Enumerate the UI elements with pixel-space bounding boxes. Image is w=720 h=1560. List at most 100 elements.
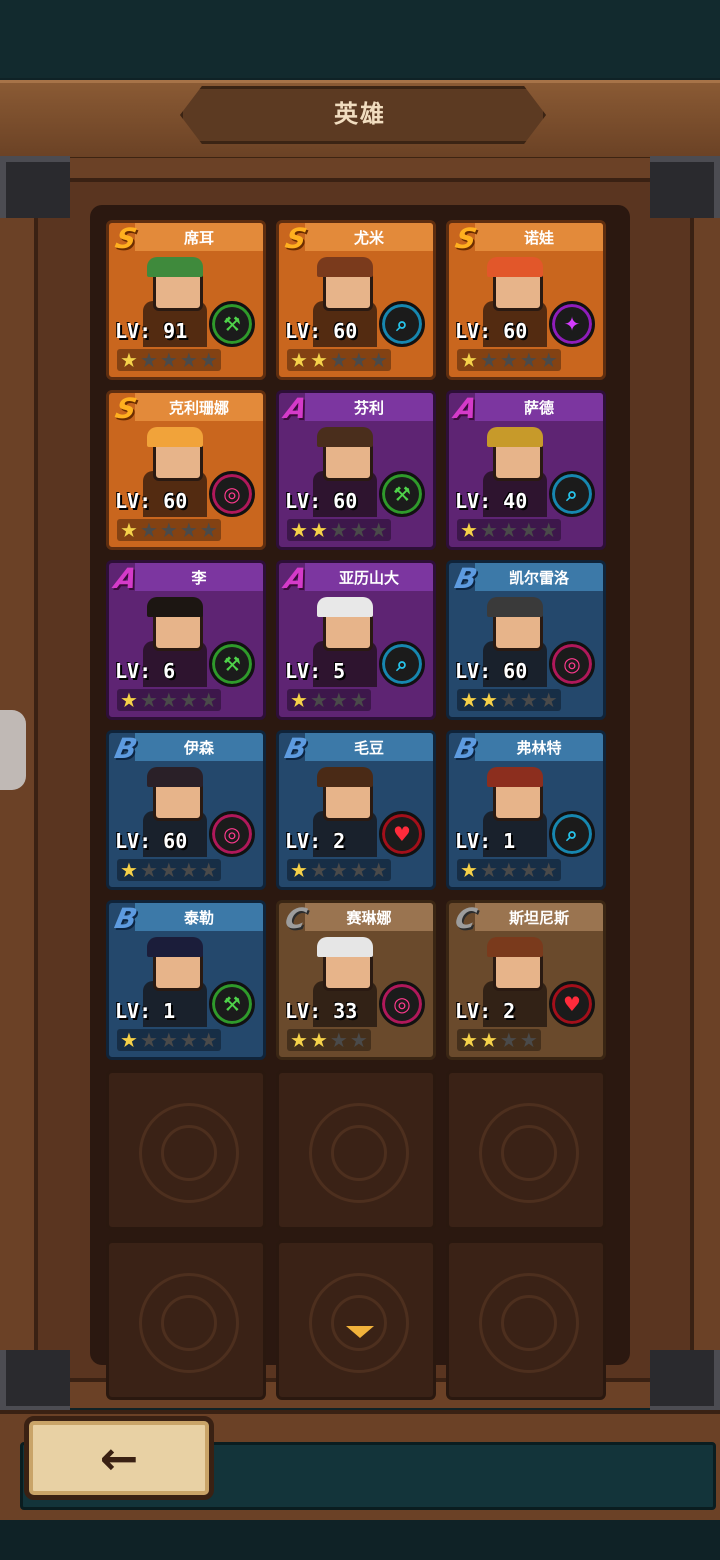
star-icon: ★ (139, 518, 158, 542)
hero-card[interactable]: 席耳 S LV: 91 ⚒ ★ ★ ★ ★ ★ (106, 220, 266, 380)
star-icon: ★ (539, 348, 558, 372)
hero-name: 泰勒 (135, 903, 263, 931)
hero-card[interactable]: 赛琳娜 C LV: 33 ◎ ★ ★ ★ ★ (276, 900, 436, 1060)
star-icon: ★ (539, 688, 558, 712)
magnifier-icon: ⌕ (379, 641, 425, 687)
star-icon: ★ (159, 518, 178, 542)
hero-name: 尤米 (305, 223, 433, 251)
star-rating: ★ ★ ★ ★ ★ (457, 349, 561, 371)
slot-ornament-inner (501, 1125, 557, 1181)
hero-level: LV: 60 (285, 489, 358, 513)
star-icon: ★ (460, 858, 478, 882)
star-icon: ★ (479, 348, 498, 372)
star-rating: ★ ★ ★ ★ ★ (117, 689, 221, 711)
hero-portrait-hair (147, 937, 203, 957)
hero-card[interactable]: 亚历山大 A LV: 5 ⌕ ★ ★ ★ ★ (276, 560, 436, 720)
star-icon: ★ (460, 348, 478, 372)
hero-level: LV: 33 (285, 999, 358, 1023)
star-icon: ★ (519, 688, 538, 712)
star-icon: ★ (329, 858, 348, 882)
hero-level: LV: 91 (115, 319, 188, 343)
hero-card[interactable]: 克利珊娜 S LV: 60 ◎ ★ ★ ★ ★ ★ (106, 390, 266, 550)
star-icon: ★ (179, 348, 198, 372)
hero-card[interactable]: 芬利 A LV: 60 ⚒ ★ ★ ★ ★ ★ (276, 390, 436, 550)
star-rating: ★ ★ ★ ★ ★ (287, 859, 391, 881)
empty-hero-slot (446, 1240, 606, 1400)
hero-level: LV: 60 (115, 489, 188, 513)
star-icon: ★ (479, 688, 498, 712)
hero-card[interactable]: 李 A LV: 6 ⚒ ★ ★ ★ ★ ★ (106, 560, 266, 720)
star-rating: ★ ★ ★ ★ ★ (287, 519, 391, 541)
star-icon: ★ (139, 348, 158, 372)
star-icon: ★ (349, 518, 368, 542)
heart-arrow-icon: ♥ (549, 981, 595, 1027)
star-rating: ★ ★ ★ ★ ★ (117, 519, 221, 541)
magnifier-icon: ⌕ (549, 811, 595, 857)
star-icon: ★ (499, 688, 518, 712)
frame-corner-bottom-right (650, 1350, 720, 1412)
star-icon: ★ (309, 348, 328, 372)
star-icon: ★ (290, 518, 308, 542)
star-rating: ★ ★ ★ ★ ★ (457, 689, 561, 711)
star-icon: ★ (199, 858, 218, 882)
hero-card[interactable]: 凯尔雷洛 B LV: 60 ◎ ★ ★ ★ ★ ★ (446, 560, 606, 720)
star-rating: ★ ★ ★ ★ (287, 689, 371, 711)
pickaxe-icon: ⚒ (379, 471, 425, 517)
magnifier-icon: ⌕ (379, 301, 425, 347)
frame-corner-top-right (650, 156, 720, 218)
hero-card[interactable]: 伊森 B LV: 60 ◎ ★ ★ ★ ★ ★ (106, 730, 266, 890)
star-icon: ★ (290, 1028, 308, 1052)
hero-card[interactable]: 弗林特 B LV: 1 ⌕ ★ ★ ★ ★ ★ (446, 730, 606, 890)
star-icon: ★ (199, 1028, 218, 1052)
star-icon: ★ (519, 348, 538, 372)
star-icon: ★ (199, 518, 218, 542)
star-rating: ★ ★ ★ ★ (457, 1029, 541, 1051)
slot-ornament-inner (501, 1295, 557, 1351)
hero-portrait-hair (147, 427, 203, 447)
hero-name: 伊森 (135, 733, 263, 761)
empty-hero-slot (106, 1240, 266, 1400)
star-icon: ★ (519, 1028, 538, 1052)
ring-icon: ◎ (209, 811, 255, 857)
star-icon: ★ (290, 348, 308, 372)
star-icon: ★ (369, 348, 388, 372)
chevron-down-icon[interactable] (346, 1326, 374, 1338)
hero-name: 毛豆 (305, 733, 433, 761)
pickaxe-icon: ⚒ (209, 981, 255, 1027)
star-icon: ★ (499, 858, 518, 882)
star-rating: ★ ★ ★ ★ ★ (287, 349, 391, 371)
hero-level: LV: 60 (285, 319, 358, 343)
slot-ornament-inner (161, 1295, 217, 1351)
star-icon: ★ (120, 688, 138, 712)
star-icon: ★ (479, 518, 498, 542)
empty-hero-slot (276, 1070, 436, 1230)
star-icon: ★ (460, 688, 478, 712)
star-icon: ★ (159, 1028, 178, 1052)
hero-card[interactable]: 斯坦尼斯 C LV: 2 ♥ ★ ★ ★ ★ (446, 900, 606, 1060)
hero-card[interactable]: 诺娃 S LV: 60 ✦ ★ ★ ★ ★ ★ (446, 220, 606, 380)
hero-card[interactable]: 泰勒 B LV: 1 ⚒ ★ ★ ★ ★ ★ (106, 900, 266, 1060)
slot-ornament-inner (331, 1125, 387, 1181)
hero-level: LV: 2 (455, 999, 516, 1023)
ring-icon: ◎ (209, 471, 255, 517)
hero-card[interactable]: 萨德 A LV: 40 ⌕ ★ ★ ★ ★ ★ (446, 390, 606, 550)
hero-level: LV: 60 (455, 319, 528, 343)
hero-card[interactable]: 尤米 S LV: 60 ⌕ ★ ★ ★ ★ ★ (276, 220, 436, 380)
star-icon: ★ (519, 518, 538, 542)
hero-level: LV: 40 (455, 489, 528, 513)
star-icon: ★ (460, 1028, 478, 1052)
hero-level: LV: 60 (455, 659, 528, 683)
star-icon: ★ (539, 518, 558, 542)
back-arrow-icon: ← (99, 1431, 139, 1485)
hero-name: 亚历山大 (305, 563, 433, 591)
star-icon: ★ (139, 1028, 158, 1052)
star-icon: ★ (329, 518, 348, 542)
star-icon: ★ (329, 348, 348, 372)
hero-portrait-hair (487, 597, 543, 617)
hero-name: 席耳 (135, 223, 263, 251)
hero-card[interactable]: 毛豆 B LV: 2 ♥ ★ ★ ★ ★ ★ (276, 730, 436, 890)
frame-corner-bottom-left (0, 1350, 70, 1412)
hero-name: 李 (135, 563, 263, 591)
star-icon: ★ (179, 1028, 198, 1052)
back-button[interactable]: ← (24, 1416, 214, 1500)
